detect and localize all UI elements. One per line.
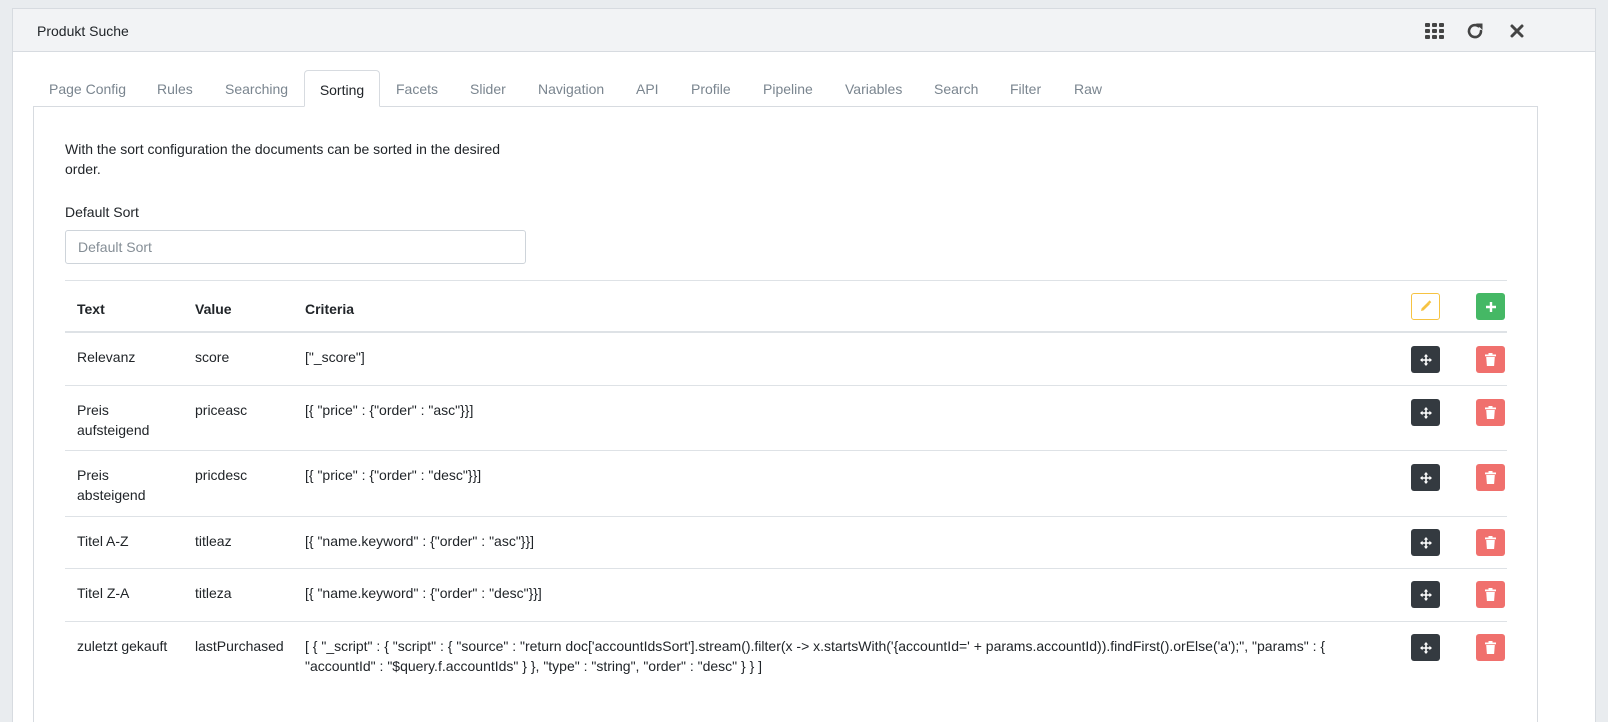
sorting-panel: With the sort configuration the document… [33, 106, 1538, 722]
move-row-button[interactable] [1411, 464, 1440, 491]
table-row: zuletzt gekauft lastPurchased [ { "_scri… [65, 622, 1507, 688]
plus-icon [1485, 301, 1496, 312]
default-sort-label: Default Sort [65, 204, 139, 220]
tab-api[interactable]: API [636, 70, 659, 107]
move-row-button[interactable] [1411, 399, 1440, 426]
tab-slider[interactable]: Slider [470, 70, 506, 107]
refresh-icon[interactable] [1463, 19, 1487, 43]
tab-filter[interactable]: Filter [1010, 70, 1041, 107]
window-title: Produkt Suche [37, 23, 129, 39]
trash-icon [1485, 406, 1496, 419]
tab-bar: Page Config Rules Searching Sorting Face… [33, 70, 1595, 107]
tab-facets[interactable]: Facets [396, 70, 438, 107]
table-top-divider [65, 280, 1507, 281]
row-text: Titel Z-A [77, 585, 130, 601]
row-criteria: ["_score"] [305, 349, 365, 365]
tab-pipeline[interactable]: Pipeline [763, 70, 813, 107]
move-icon [1419, 406, 1432, 419]
tab-page-config[interactable]: Page Config [49, 70, 126, 107]
window-titlebar: Produkt Suche [13, 9, 1595, 52]
tab-searching[interactable]: Searching [225, 70, 288, 107]
close-icon[interactable] [1505, 19, 1529, 43]
default-sort-input[interactable] [65, 230, 526, 264]
move-row-button[interactable] [1411, 581, 1440, 608]
row-text: Relevanz [77, 349, 136, 365]
delete-row-button[interactable] [1476, 464, 1505, 491]
row-value: score [195, 349, 230, 365]
trash-icon [1485, 641, 1496, 654]
tab-raw[interactable]: Raw [1074, 70, 1102, 107]
table-row: Preis absteigend pricdesc [{ "price" : {… [65, 451, 1507, 517]
row-criteria: [{ "name.keyword" : {"order" : "desc"}}] [305, 585, 542, 601]
row-text: Preis absteigend [77, 467, 146, 503]
move-icon [1419, 641, 1432, 654]
row-criteria: [{ "name.keyword" : {"order" : "asc"}}] [305, 533, 535, 549]
row-text: Titel A-Z [77, 533, 129, 549]
tab-profile[interactable]: Profile [691, 70, 731, 107]
trash-icon [1485, 536, 1496, 549]
move-icon [1419, 471, 1432, 484]
row-criteria: [{ "price" : {"order" : "desc"}}] [305, 467, 482, 483]
row-criteria: [ { "_script" : { "script" : { "source" … [305, 638, 1326, 674]
move-row-button[interactable] [1411, 346, 1440, 373]
produkt-suche-window: Produkt Suche Page Config Rules Searchin… [12, 8, 1596, 722]
row-text: Preis aufsteigend [77, 402, 150, 438]
move-row-button[interactable] [1411, 529, 1440, 556]
trash-icon [1485, 588, 1496, 601]
delete-row-button[interactable] [1476, 399, 1505, 426]
table-row: Preis aufsteigend priceasc [{ "price" : … [65, 386, 1507, 451]
column-header-criteria: Criteria [305, 301, 355, 317]
row-text: zuletzt gekauft [77, 638, 168, 654]
table-row: Titel Z-A titleza [{ "name.keyword" : {"… [65, 569, 1507, 622]
pencil-icon [1421, 300, 1432, 311]
move-row-button[interactable] [1411, 634, 1440, 661]
row-value: lastPurchased [195, 638, 284, 654]
row-value: pricdesc [195, 467, 248, 483]
row-value: titleza [195, 585, 232, 601]
tab-rules[interactable]: Rules [157, 70, 193, 107]
trash-icon [1485, 471, 1496, 484]
row-value: priceasc [195, 402, 248, 418]
table-row: Titel A-Z titleaz [{ "name.keyword" : {"… [65, 517, 1507, 569]
table-row: Relevanz score ["_score"] [65, 333, 1507, 386]
delete-row-button[interactable] [1476, 529, 1505, 556]
column-header-text: Text [77, 301, 105, 317]
column-header-value: Value [195, 301, 232, 317]
tab-variables[interactable]: Variables [845, 70, 902, 107]
tab-sorting[interactable]: Sorting [304, 70, 380, 107]
grid-icon[interactable] [1423, 19, 1447, 43]
edit-button[interactable] [1411, 293, 1440, 320]
tab-search[interactable]: Search [934, 70, 978, 107]
row-criteria: [{ "price" : {"order" : "asc"}}] [305, 402, 474, 418]
delete-row-button[interactable] [1476, 346, 1505, 373]
row-value: titleaz [195, 533, 232, 549]
sorting-description: With the sort configuration the document… [65, 141, 501, 177]
add-sort-button[interactable] [1476, 293, 1505, 320]
tab-navigation[interactable]: Navigation [538, 70, 604, 107]
trash-icon [1485, 353, 1496, 366]
move-icon [1419, 588, 1432, 601]
delete-row-button[interactable] [1476, 634, 1505, 661]
move-icon [1419, 353, 1432, 366]
move-icon [1419, 536, 1432, 549]
delete-row-button[interactable] [1476, 581, 1505, 608]
